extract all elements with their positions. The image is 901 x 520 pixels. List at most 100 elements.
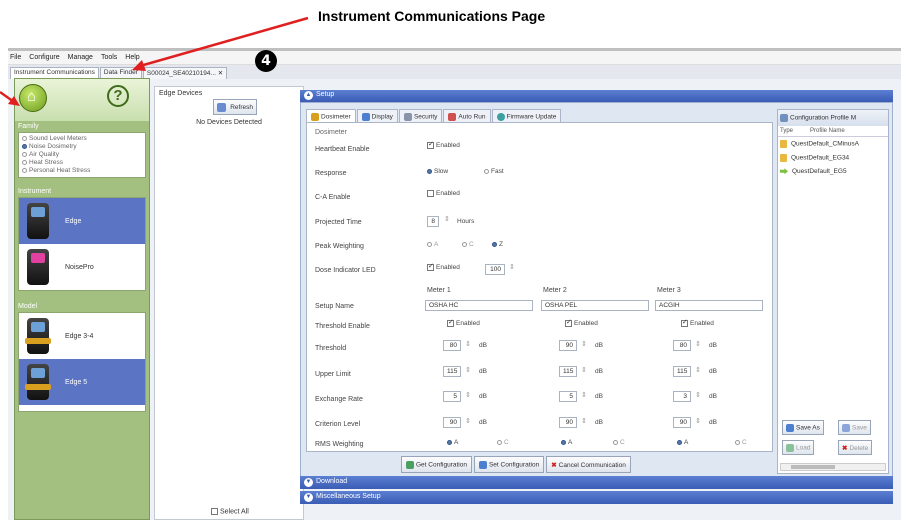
save-as-button[interactable]: Save As: [782, 420, 824, 435]
callout-4: 4: [255, 50, 277, 72]
db-unit: dB: [479, 419, 487, 426]
menu-help[interactable]: Help: [125, 54, 139, 61]
radio-icon: [613, 439, 618, 445]
meter-2-rms-c-radio[interactable]: C: [613, 439, 625, 446]
tab-auto-run[interactable]: Auto Run: [443, 109, 491, 122]
meter-1-exchange-rate-spinner[interactable]: ⇕: [465, 391, 471, 399]
meter-3-rms-a-radio[interactable]: A: [677, 439, 688, 446]
meter-1-upper-limit-input[interactable]: 115: [443, 366, 461, 377]
profile-item[interactable]: QuestDefault_EG5: [778, 165, 888, 178]
family-noise-dosimetry[interactable]: Noise Dosimetry: [22, 143, 142, 151]
menu-tools[interactable]: Tools: [101, 54, 117, 61]
tab-display[interactable]: Display: [356, 109, 398, 122]
meter-3-setup-name-input[interactable]: ACGIH: [655, 300, 763, 311]
meter-3-exchange-rate-spinner[interactable]: ⇕: [695, 391, 701, 399]
ca-enable-label: C-A Enable: [315, 194, 351, 201]
refresh-button[interactable]: Refresh: [213, 99, 257, 115]
meter-2-criterion-level-spinner[interactable]: ⇕: [581, 417, 587, 425]
menu-configure[interactable]: Configure: [29, 54, 59, 61]
meter-2-threshold-enable-checkbox[interactable]: Enabled: [565, 318, 598, 327]
meter-1-rms-c-radio[interactable]: C: [497, 439, 509, 446]
dose-indicator-spinner[interactable]: ⇕: [509, 263, 515, 271]
family-heat-stress[interactable]: Heat Stress: [22, 159, 142, 167]
family-sound-level-meters[interactable]: Sound Level Meters: [22, 135, 142, 143]
peak-z-radio[interactable]: Z: [492, 241, 503, 248]
response-slow-radio[interactable]: Slow: [427, 168, 448, 175]
download-section-header[interactable]: Download: [300, 476, 893, 489]
noisepro-device-image: [27, 249, 49, 285]
dose-indicator-input[interactable]: 100: [485, 264, 505, 275]
download-config-icon: [406, 461, 414, 469]
meter-3-threshold-enable-checkbox[interactable]: Enabled: [681, 318, 714, 327]
select-all-checkbox[interactable]: Select All: [211, 507, 249, 515]
tab-security[interactable]: Security: [398, 109, 443, 122]
meter-3-exchange-rate-input[interactable]: 3: [673, 391, 691, 402]
instrument-noisepro[interactable]: NoisePro: [19, 244, 145, 290]
meter-1-criterion-level-spinner[interactable]: ⇕: [465, 417, 471, 425]
hours-unit: Hours: [457, 218, 475, 225]
meter-1-rms-a-radio[interactable]: A: [447, 439, 458, 446]
peak-a-radio[interactable]: A: [427, 241, 438, 248]
radio-selected-icon: [677, 439, 682, 445]
horizontal-scrollbar[interactable]: [780, 463, 886, 471]
meter-1-threshold-enable-checkbox[interactable]: Enabled: [447, 318, 480, 327]
instrument-edge[interactable]: Edge: [19, 198, 145, 244]
family-personal-heat-stress[interactable]: Personal Heat Stress: [22, 167, 142, 175]
dose-indicator-checkbox[interactable]: Enabled: [427, 262, 460, 271]
meter-3-threshold-input[interactable]: 80: [673, 340, 691, 351]
setup-section-header[interactable]: Setup: [300, 90, 893, 102]
home-icon[interactable]: [19, 84, 47, 112]
miscellaneous-setup-section-header[interactable]: Miscellaneous Setup: [300, 491, 893, 504]
projected-time-input[interactable]: 8: [427, 216, 439, 227]
meter-1-setup-name-input[interactable]: OSHA HC: [425, 300, 533, 311]
meter-3-upper-limit-spinner[interactable]: ⇕: [695, 366, 701, 374]
meter-3-rms-c-radio[interactable]: C: [735, 439, 747, 446]
meter-3-criterion-level-input[interactable]: 90: [673, 417, 691, 428]
meter-2-upper-limit-input[interactable]: 115: [559, 366, 577, 377]
meter-3-criterion-level-spinner[interactable]: ⇕: [695, 417, 701, 425]
tab-dosimeter[interactable]: Dosimeter: [306, 109, 356, 122]
db-unit: dB: [595, 419, 603, 426]
meter-1-exchange-rate-input[interactable]: 5: [443, 391, 461, 402]
profile-item[interactable]: QuestDefault_CMinusA: [778, 137, 888, 151]
projected-time-spinner[interactable]: ⇕: [444, 215, 450, 223]
get-configuration-button[interactable]: Get Configuration: [401, 456, 472, 473]
ca-enable-checkbox[interactable]: Enabled: [427, 190, 460, 197]
save-button[interactable]: Save: [838, 420, 871, 435]
cancel-communication-button[interactable]: ✖ Cancel Communication: [546, 456, 631, 473]
delete-button[interactable]: ✖ Delete: [838, 440, 873, 455]
configuration-profile-panel: Configuration Profile M Type Profile Nam…: [777, 109, 889, 474]
meter-2-rms-a-radio[interactable]: A: [561, 439, 572, 446]
tab-session-file[interactable]: S00024_SE40210194... ✕: [142, 67, 228, 79]
meter-2-threshold-spinner[interactable]: ⇕: [581, 340, 587, 348]
load-button[interactable]: Load: [782, 440, 815, 455]
menu-manage[interactable]: Manage: [68, 54, 93, 61]
meter-2-setup-name-input[interactable]: OSHA PEL: [541, 300, 649, 311]
radio-selected-icon: [561, 439, 566, 445]
model-edge-3-4[interactable]: Edge 3-4: [19, 313, 145, 359]
meter-1-criterion-level-input[interactable]: 90: [443, 417, 461, 428]
meter-1-threshold-input[interactable]: 80: [443, 340, 461, 351]
display-icon: [361, 113, 370, 121]
meter-2-threshold-input[interactable]: 90: [559, 340, 577, 351]
db-unit: dB: [595, 368, 603, 375]
meter-1-threshold-spinner[interactable]: ⇕: [465, 340, 471, 348]
meter-3-threshold-spinner[interactable]: ⇕: [695, 340, 701, 348]
meter-3-upper-limit-input[interactable]: 115: [673, 366, 691, 377]
model-edge-5[interactable]: Edge 5: [19, 359, 145, 405]
family-air-quality[interactable]: Air Quality: [22, 151, 142, 159]
meter-2-exchange-rate-input[interactable]: 5: [559, 391, 577, 402]
peak-c-radio[interactable]: C: [462, 241, 474, 248]
edge-device-image: [27, 203, 49, 239]
meter-1-upper-limit-spinner[interactable]: ⇕: [465, 366, 471, 374]
profile-item[interactable]: QuestDefault_EG34: [778, 151, 888, 165]
response-fast-radio[interactable]: Fast: [484, 168, 504, 175]
meter-2-exchange-rate-spinner[interactable]: ⇕: [581, 391, 587, 399]
tab-firmware-update[interactable]: Firmware Update: [491, 109, 562, 122]
help-icon[interactable]: ?: [107, 85, 129, 107]
set-configuration-button[interactable]: Set Configuration: [473, 456, 545, 473]
meter-2-upper-limit-spinner[interactable]: ⇕: [581, 366, 587, 374]
meter-2-criterion-level-input[interactable]: 90: [559, 417, 577, 428]
menu-file[interactable]: File: [10, 54, 21, 61]
heartbeat-enable-checkbox[interactable]: Enabled: [427, 140, 460, 149]
